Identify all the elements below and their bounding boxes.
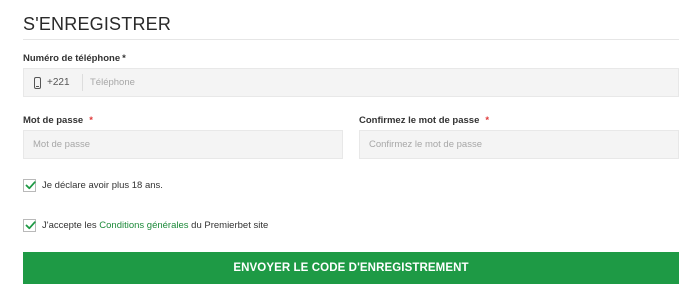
- title-divider: [23, 39, 679, 40]
- confirm-password-field: [359, 130, 679, 159]
- password-label: Mot de passe *: [23, 115, 93, 126]
- terms-checkbox[interactable]: [23, 219, 36, 232]
- checkmark-icon: [25, 181, 36, 190]
- phone-icon: [34, 76, 41, 89]
- password-input[interactable]: [33, 131, 333, 158]
- terms-checkbox-row: J'accepte les Conditions générales du Pr…: [23, 219, 268, 232]
- terms-label: J'accepte les Conditions générales du Pr…: [42, 220, 268, 231]
- password-required-mark: *: [89, 115, 93, 126]
- password-field: [23, 130, 343, 159]
- age-checkbox-row: Je déclare avoir plus 18 ans.: [23, 179, 163, 192]
- country-code-selector[interactable]: +221: [24, 69, 80, 96]
- confirm-password-input[interactable]: [369, 131, 669, 158]
- submit-button[interactable]: ENVOYER LE CODE D'ENREGISTREMENT: [23, 252, 679, 284]
- country-code: +221: [47, 77, 70, 88]
- phone-divider: [82, 74, 83, 91]
- age-checkbox[interactable]: [23, 179, 36, 192]
- confirm-password-required-mark: *: [485, 115, 490, 126]
- phone-field: +221: [23, 68, 679, 97]
- phone-label-text: Numéro de téléphone: [23, 53, 121, 64]
- confirm-password-label: Confirmez le mot de passe *: [359, 115, 489, 126]
- terms-label-before: J'accepte les: [42, 220, 97, 231]
- confirm-password-label-text: Confirmez le mot de passe: [359, 115, 480, 126]
- page-title: S'ENREGISTRER: [23, 14, 172, 34]
- phone-label: Numéro de téléphone *: [23, 53, 126, 64]
- checkmark-icon: [25, 221, 36, 230]
- age-checkbox-label: Je déclare avoir plus 18 ans.: [42, 180, 163, 191]
- terms-label-after: du Premierbet site: [191, 220, 269, 231]
- phone-input[interactable]: [90, 69, 670, 96]
- terms-link[interactable]: Conditions générales: [99, 220, 188, 231]
- phone-required-mark: *: [122, 53, 126, 64]
- password-label-text: Mot de passe: [23, 115, 84, 126]
